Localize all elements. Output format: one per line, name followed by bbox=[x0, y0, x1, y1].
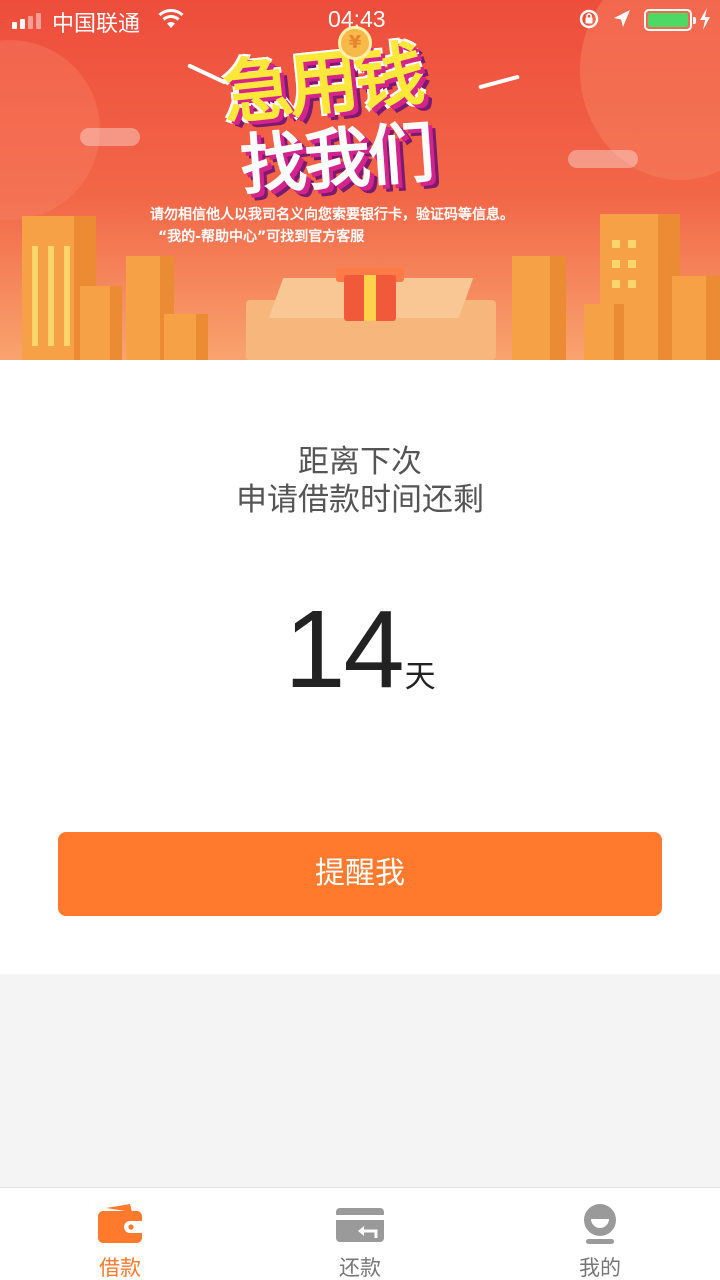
tab-borrow[interactable]: 借款 bbox=[0, 1188, 240, 1280]
tab-repay[interactable]: 还款 bbox=[240, 1188, 480, 1280]
clock: 04:43 bbox=[328, 6, 386, 32]
carrier-name: 中国联通 bbox=[52, 12, 141, 37]
tab-label-repay: 还款 bbox=[339, 1256, 381, 1280]
notice-line-2: “我的-帮助中心”可找到官方客服 bbox=[158, 229, 365, 245]
notice-line-1: 请勿相信他人以我司名义向您索要银行卡，验证码等信息。 bbox=[150, 207, 514, 223]
status-bar: 中国联通 04:43 bbox=[0, 0, 720, 40]
user-icon bbox=[584, 1204, 616, 1244]
location-arrow-icon bbox=[614, 10, 630, 27]
tab-label-mine: 我的 bbox=[579, 1256, 621, 1280]
battery-icon bbox=[644, 9, 696, 31]
rotation-lock-icon bbox=[579, 9, 599, 29]
countdown-label-line-2: 申请借款时间还剩 bbox=[236, 482, 484, 518]
fraud-notice: 请勿相信他人以我司名义向您索要银行卡，验证码等信息。 “我的-帮助中心”可找到官… bbox=[150, 204, 590, 248]
countdown-card: 距离下次 申请借款时间还剩 14天 提醒我 bbox=[0, 360, 720, 974]
countdown-unit: 天 bbox=[404, 659, 436, 695]
building-illustration bbox=[672, 276, 720, 360]
repay-card-icon bbox=[336, 1208, 384, 1242]
building-illustration bbox=[512, 256, 566, 360]
wifi-icon bbox=[158, 9, 184, 28]
countdown-display: 14天 bbox=[0, 586, 720, 713]
remind-me-button[interactable]: 提醒我 bbox=[58, 832, 662, 916]
countdown-value: 14 bbox=[284, 588, 404, 711]
bottom-tab-bar: 借款 还款 我的 bbox=[0, 1187, 720, 1280]
signal-strength-icon bbox=[12, 13, 41, 29]
cloud-decoration bbox=[568, 150, 638, 168]
building-illustration bbox=[584, 304, 624, 360]
tab-label-borrow: 借款 bbox=[99, 1256, 141, 1280]
tab-mine[interactable]: 我的 bbox=[480, 1188, 720, 1280]
gift-box-icon bbox=[344, 275, 396, 321]
building-illustration bbox=[80, 286, 122, 360]
charging-bolt-icon bbox=[700, 8, 710, 30]
promo-banner[interactable]: 急用钱 找我们 ¥ 请勿相信他人以我司名义向您索要银行卡，验证码等信息。 “我的… bbox=[0, 0, 720, 360]
wallet-icon bbox=[98, 1204, 142, 1243]
cloud-decoration bbox=[80, 128, 140, 146]
building-illustration bbox=[164, 314, 208, 360]
headline-line-2: 找我们 bbox=[237, 114, 435, 205]
